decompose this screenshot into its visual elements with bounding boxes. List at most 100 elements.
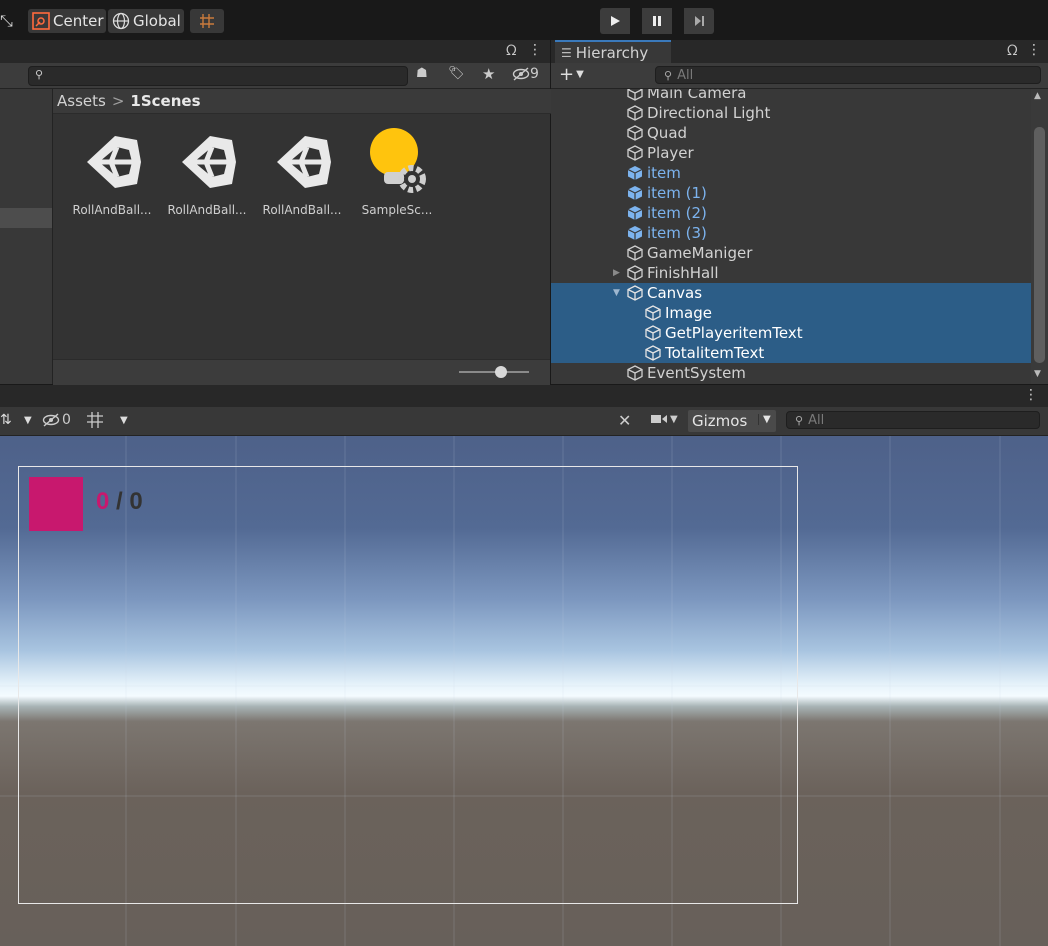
hierarchy-list-icon: ☰	[561, 45, 572, 60]
hierarchy-search-placeholder: All	[677, 67, 694, 83]
play-button[interactable]	[600, 8, 630, 34]
hierarchy-item-label: Directional Light	[647, 104, 771, 122]
scene-hidden-count: 0	[62, 412, 71, 428]
hierarchy-item-main-camera[interactable]: Main Camera	[551, 89, 1048, 103]
hierarchy-search-input[interactable]: ⚲ All	[655, 66, 1041, 84]
unity-scene-icon	[172, 127, 242, 197]
hierarchy-item-directional-light[interactable]: Directional Light	[551, 103, 1048, 123]
more-options-icon[interactable]: ⋮	[1024, 387, 1038, 403]
hierarchy-item-finish-hall[interactable]: ▶ FinishHall	[551, 263, 1048, 283]
asset-item[interactable]: RollAndBall...	[162, 127, 252, 217]
tools-icon[interactable]: ⤡	[0, 11, 13, 31]
hierarchy-window: ☰ Hierarchy ᘯ ⋮ + ▼ ⚲ All Main Camera Di…	[551, 40, 1048, 384]
tab-hierarchy-label: Hierarchy	[575, 43, 649, 62]
step-button[interactable]	[684, 8, 714, 34]
chevron-down-icon[interactable]: ▼	[24, 415, 32, 426]
pivot-global-label: Global	[133, 12, 181, 30]
hierarchy-item-get-player-item-text[interactable]: GetPlayeritemText	[551, 323, 1048, 343]
hidden-packages-toggle[interactable]: 9	[512, 66, 539, 82]
hierarchy-item-quad[interactable]: Quad	[551, 123, 1048, 143]
create-add-button[interactable]: + ▼	[559, 64, 584, 85]
tab-hierarchy[interactable]: ☰ Hierarchy	[555, 40, 671, 63]
scene-visibility-toggle[interactable]: 0	[42, 412, 71, 428]
gameobject-cube-icon	[627, 265, 643, 281]
gameobject-cube-icon	[627, 245, 643, 261]
score-text[interactable]: 0 / 0	[96, 488, 143, 516]
pivot-global-button[interactable]: Global	[108, 9, 184, 33]
ui-image[interactable]	[29, 477, 83, 531]
hierarchy-item-game-manager[interactable]: GameManiger	[551, 243, 1048, 263]
filter-by-type-icon[interactable]: ☗	[416, 66, 428, 81]
more-options-icon[interactable]: ⋮	[528, 42, 542, 58]
search-icon: ⚲	[664, 68, 673, 82]
scroll-down-arrow-icon[interactable]: ▼	[1034, 369, 1041, 379]
prefab-cube-icon	[627, 205, 643, 221]
search-icon: ⚲	[35, 68, 44, 81]
favorites-star-icon[interactable]: ★	[482, 65, 495, 83]
expand-arrow-icon[interactable]: ▶	[613, 268, 627, 278]
icon-size-slider[interactable]	[459, 366, 529, 378]
hierarchy-item-player[interactable]: Player	[551, 143, 1048, 163]
asset-item[interactable]: RollAndBall...	[67, 127, 157, 217]
hierarchy-item-total-item-text[interactable]: TotalitemText	[551, 343, 1048, 363]
lock-icon[interactable]: ᘯ	[1007, 43, 1018, 59]
hierarchy-item-event-system[interactable]: EventSystem	[551, 363, 1048, 383]
play-icon	[609, 15, 621, 27]
selected-folder-row[interactable]	[0, 208, 52, 228]
hidden-count: 9	[530, 66, 539, 82]
hierarchy-item-image[interactable]: Image	[551, 303, 1048, 323]
more-options-icon[interactable]: ⋮	[1027, 42, 1041, 58]
scene-tool-icon[interactable]: ⇅	[0, 412, 12, 428]
hierarchy-item-label: item (3)	[647, 224, 707, 242]
breadcrumb-root[interactable]: Assets	[57, 92, 106, 110]
hierarchy-item-prefab[interactable]: item ›	[551, 163, 1048, 183]
tools-overlay-icon[interactable]: ✕	[618, 411, 631, 430]
hierarchy-search-row: + ▼ ⚲ All	[551, 63, 1048, 89]
pivot-center-button[interactable]: Center	[28, 9, 106, 33]
score-current: 0	[96, 488, 110, 515]
asset-label: RollAndBall...	[167, 203, 247, 217]
collapse-arrow-icon[interactable]: ▼	[613, 288, 627, 298]
pause-button[interactable]	[642, 8, 672, 34]
scene-search-input[interactable]: ⚲ All	[786, 411, 1040, 429]
camera-settings-button[interactable]: ▼	[650, 413, 678, 425]
asset-label: RollAndBall...	[262, 203, 342, 217]
hierarchy-item-label: FinishHall	[647, 264, 719, 282]
gameobject-cube-icon	[627, 89, 643, 101]
scene-search-placeholder: All	[808, 412, 825, 428]
gizmos-label: Gizmos	[692, 412, 748, 430]
gizmos-button[interactable]: Gizmos ▼	[688, 410, 776, 432]
hierarchy-item-label: GameManiger	[647, 244, 753, 262]
grid-toggle-icon[interactable]	[86, 411, 106, 429]
breadcrumb-current[interactable]: 1Scenes	[130, 92, 200, 110]
prefab-cube-icon	[627, 225, 643, 241]
hierarchy-item-label: Player	[647, 144, 694, 162]
filter-by-label-icon[interactable]: 🏷	[448, 66, 465, 81]
hierarchy-item-prefab[interactable]: item (3) ›	[551, 223, 1048, 243]
scene-viewport[interactable]: 0 / 0	[0, 436, 1048, 946]
hierarchy-item-prefab[interactable]: item (1) ›	[551, 183, 1048, 203]
asset-item[interactable]: RollAndBall...	[257, 127, 347, 217]
asset-item[interactable]: SampleSc...	[352, 127, 442, 217]
chevron-down-icon[interactable]: ▼	[758, 414, 771, 425]
hierarchy-item-prefab[interactable]: item (2) ›	[551, 203, 1048, 223]
project-search-input[interactable]: ⚲	[28, 66, 408, 86]
score-total: 0	[129, 488, 143, 515]
grid-snap-button[interactable]	[190, 9, 224, 33]
project-search-row: ⚲ ☗ 🏷 ★ 9	[0, 63, 550, 89]
gameobject-cube-icon	[645, 345, 661, 361]
scrollbar-thumb[interactable]	[1034, 127, 1045, 363]
chevron-down-icon[interactable]: ▼	[120, 415, 128, 426]
icon-size-slider-thumb[interactable]	[495, 366, 507, 378]
unity-scene-icon	[77, 127, 147, 197]
lighting-settings-icon	[362, 127, 432, 197]
gameobject-cube-icon	[645, 305, 661, 321]
hierarchy-scrollbar[interactable]: ▲ ▼	[1031, 89, 1048, 384]
hierarchy-item-label: Canvas	[647, 284, 703, 302]
asset-label: RollAndBall...	[72, 203, 152, 217]
scroll-up-arrow-icon[interactable]: ▲	[1034, 91, 1041, 101]
lock-icon[interactable]: ᘯ	[506, 43, 517, 59]
hierarchy-item-label: item (2)	[647, 204, 707, 222]
hierarchy-item-canvas[interactable]: ▼ Canvas	[551, 283, 1048, 303]
breadcrumb: Assets > 1Scenes	[53, 89, 554, 114]
